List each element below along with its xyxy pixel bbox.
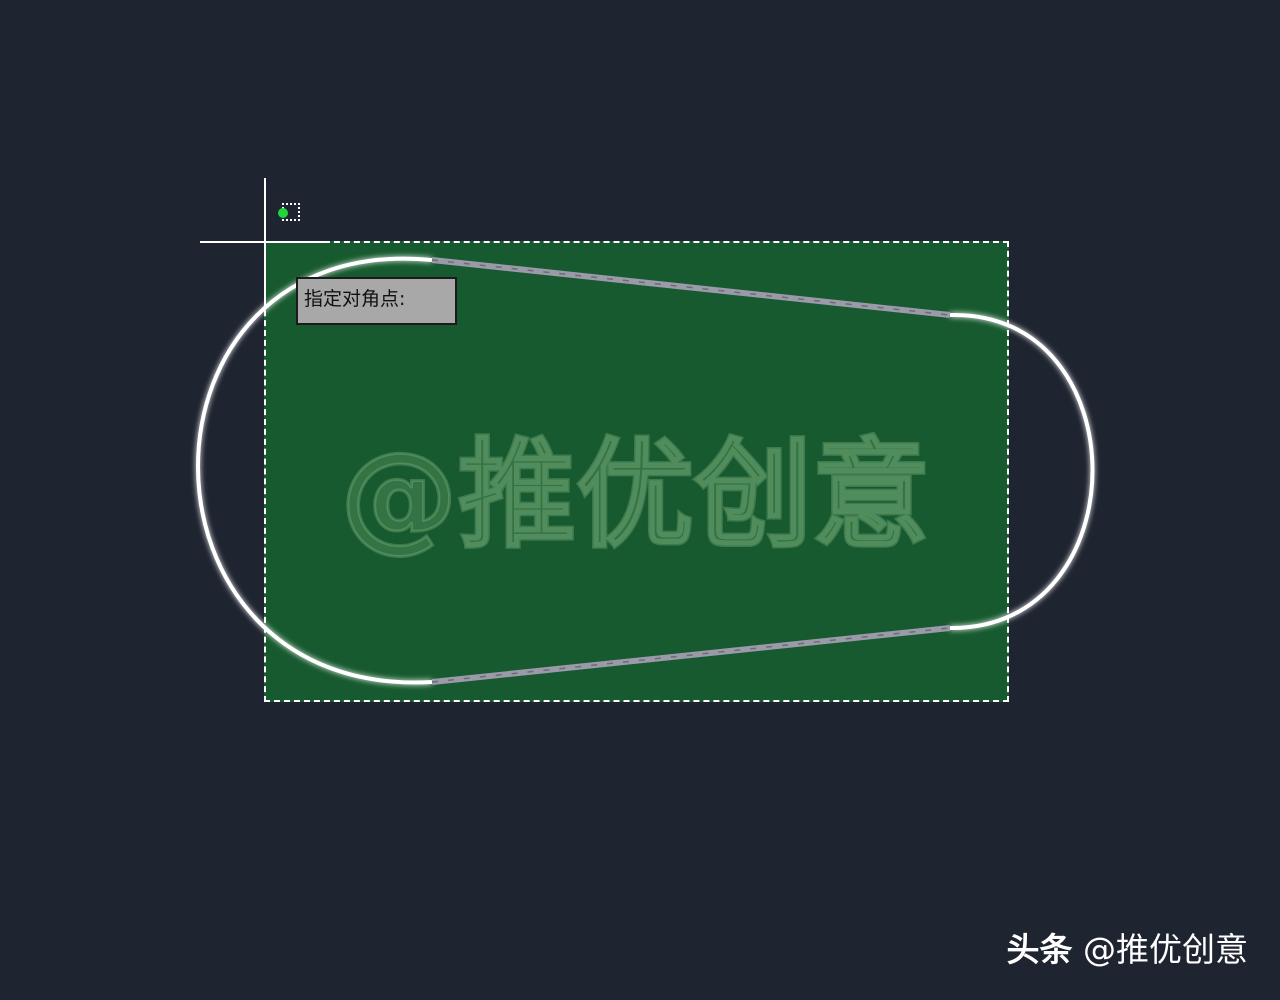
watermark-center: @推优创意 bbox=[339, 425, 932, 566]
crosshair-vertical-line bbox=[264, 178, 266, 308]
snap-endpoint-icon bbox=[278, 203, 302, 225]
drawing-canvas[interactable]: @推优创意 指定对角点: 头条 @推优创意 bbox=[0, 0, 1280, 1000]
shape-top-line-dash bbox=[431, 259, 951, 316]
command-prompt-tooltip: 指定对角点: bbox=[296, 277, 457, 325]
watermark-corner: 头条 @推优创意 bbox=[1007, 930, 1249, 970]
watermark-platform: 头条 bbox=[1006, 930, 1073, 969]
snap-dot bbox=[278, 208, 288, 218]
watermark-author: @推优创意 bbox=[1083, 930, 1248, 969]
shape-right-arc[interactable] bbox=[949, 312, 1095, 631]
